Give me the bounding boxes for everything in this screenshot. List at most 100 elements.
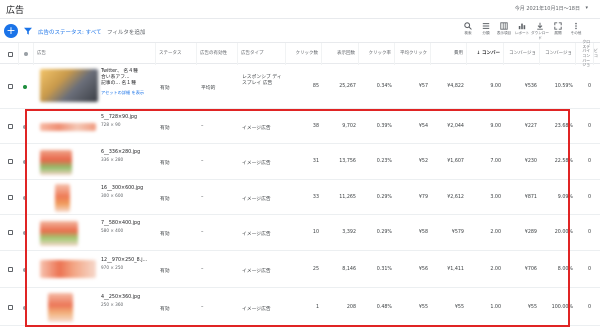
cost-per-conv-cell: ¥706 xyxy=(524,267,537,272)
status-cell: 有効 xyxy=(160,86,170,91)
columns-icon xyxy=(500,22,508,30)
impressions-cell: 3,392 xyxy=(342,230,356,235)
column-ctr[interactable]: クリック率 xyxy=(359,43,395,65)
conversions-cell: 2.00 xyxy=(490,230,501,235)
column-ad-type[interactable]: 広告タイプ xyxy=(238,43,286,65)
avg-cpc-cell: ¥58 xyxy=(418,230,428,235)
toolbar-expand[interactable]: 展開 xyxy=(549,22,567,36)
cost-per-conv-cell: ¥55 xyxy=(527,305,537,310)
column-view-through[interactable]: ビ コ xyxy=(594,43,600,65)
cross-device-cell: 0 xyxy=(587,159,591,164)
ad-type-cell: イメージ広告 xyxy=(242,269,271,274)
status-dot-icon xyxy=(23,196,27,200)
toolbar-segment[interactable]: 分類 xyxy=(477,22,495,36)
cost-cell: ¥55 xyxy=(454,305,464,310)
row-checkbox[interactable] xyxy=(8,195,13,200)
toolbar-columns[interactable]: 表示項目 xyxy=(495,22,513,36)
row-checkbox[interactable] xyxy=(8,230,13,235)
table-row[interactable]: 7__580×400.jpg 580 × 400 有効 – イメージ広告 10 … xyxy=(0,215,600,251)
table-row[interactable]: 4__250×360.jpg 250 × 360 有効 – イメージ広告 1 2… xyxy=(0,288,600,326)
ad-size: 336 × 280 xyxy=(101,157,124,162)
conversions-cell: 1.00 xyxy=(490,305,501,310)
ctr-cell: 0.23% xyxy=(376,159,392,164)
status-cell: 有効 xyxy=(160,161,170,166)
cost-per-conv-cell: ¥871 xyxy=(524,195,537,200)
column-cost-per-conv[interactable]: コンバージョ xyxy=(504,43,540,65)
conv-rate-cell: 10.59% xyxy=(554,84,573,89)
ad-name[interactable]: 4__250×360.jpg xyxy=(101,295,140,301)
conversions-cell: 3.00 xyxy=(490,195,501,200)
avg-cpc-cell: ¥56 xyxy=(418,267,428,272)
select-all-checkbox[interactable] xyxy=(8,51,13,57)
status-cell: 有効 xyxy=(160,269,170,274)
impressions-cell: 13,756 xyxy=(339,159,356,164)
ad-name[interactable]: 5__728×90.jpg xyxy=(101,115,137,121)
segment-icon xyxy=(482,23,490,29)
row-checkbox[interactable] xyxy=(8,84,13,89)
column-impressions[interactable]: 表示回数 xyxy=(322,43,359,65)
asset-details-link[interactable]: アセットの詳細 を表示 xyxy=(101,90,151,95)
column-cross-device[interactable]: クロスデバイ コンバージョ xyxy=(576,39,594,67)
column-clicks[interactable]: クリック数 xyxy=(286,43,322,65)
conv-rate-cell: 23.68% xyxy=(554,124,573,129)
ad-size: 250 × 360 xyxy=(101,302,124,307)
ad-size: 728 × 90 xyxy=(101,122,121,127)
conv-rate-cell: 20.00% xyxy=(554,230,573,235)
ad-name[interactable]: 16__300×600.jpg xyxy=(101,186,143,192)
column-conversions[interactable]: ↓ コンバー xyxy=(467,43,504,65)
toolbar-reports[interactable]: レポート xyxy=(513,22,531,36)
table-row[interactable]: 16__300×600.jpg 300 × 600 有効 – イメージ広告 33… xyxy=(0,180,600,215)
ad-strength-cell: – xyxy=(201,230,204,235)
chevron-down-icon[interactable]: ▾ xyxy=(585,5,588,11)
ad-name[interactable]: 7__580×400.jpg xyxy=(101,221,140,227)
column-status[interactable]: ステータス xyxy=(156,43,197,65)
table-row[interactable]: 12__970×250_8.j... 970 × 250 有効 – イメージ広告… xyxy=(0,251,600,288)
clicks-cell: 10 xyxy=(312,230,319,235)
ad-strength-cell: – xyxy=(201,159,204,164)
table-row[interactable]: 5__728×90.jpg 728 × 90 有効 – イメージ広告 38 9,… xyxy=(0,109,600,144)
avg-cpc-cell: ¥79 xyxy=(418,195,428,200)
toolbar-download[interactable]: ダウンロード xyxy=(531,22,549,41)
ad-name[interactable]: Twitter、 名４種 合い系アフ... 記事の... 名１種 xyxy=(101,69,138,88)
impressions-cell: 11,265 xyxy=(339,195,356,200)
status-dot-icon xyxy=(24,52,28,56)
conversions-cell: 9.00 xyxy=(490,124,501,129)
ad-size: 580 × 400 xyxy=(101,228,124,233)
clicks-cell: 33 xyxy=(312,195,319,200)
ad-name[interactable]: 12__970×250_8.j... xyxy=(101,258,147,264)
status-filter-chip[interactable]: 広告のステータス: すべて xyxy=(38,28,102,36)
cost-cell: ¥2,044 xyxy=(447,124,464,129)
clicks-cell: 1 xyxy=(315,305,319,310)
toolbar-search[interactable]: 検索 xyxy=(459,22,477,36)
column-cost[interactable]: 費用 xyxy=(431,43,467,65)
clicks-cell: 85 xyxy=(312,84,319,89)
toolbar-more[interactable]: その他 xyxy=(567,22,585,36)
cross-device-cell: 0 xyxy=(587,267,591,272)
ad-strength-cell: – xyxy=(201,195,204,200)
table-row[interactable]: Twitter、 名４種 合い系アフ... 記事の... 名１種 アセットの詳細… xyxy=(0,64,600,109)
row-checkbox[interactable] xyxy=(8,267,13,272)
table-row[interactable]: 6__336×280.jpg 336 × 280 有効 – イメージ広告 31 … xyxy=(0,144,600,180)
cross-device-cell: 0 xyxy=(587,230,591,235)
impressions-cell: 208 xyxy=(346,305,356,310)
ad-thumbnail xyxy=(55,184,70,212)
row-checkbox[interactable] xyxy=(8,159,13,164)
column-ad-strength[interactable]: 広告の有効性 xyxy=(197,43,238,65)
date-range-selector[interactable]: 今月 2021年10月1日～18日 xyxy=(515,5,580,12)
cost-cell: ¥2,612 xyxy=(447,195,464,200)
ad-strength-cell: – xyxy=(201,267,204,272)
select-all-column xyxy=(0,43,19,65)
conv-rate-cell: 22.58% xyxy=(554,159,573,164)
cross-device-cell: 0 xyxy=(587,84,591,89)
column-avg-cpc[interactable]: 平均クリック xyxy=(395,43,431,65)
column-ad[interactable]: 広告 xyxy=(34,43,156,65)
ad-size: 300 × 600 xyxy=(101,193,124,198)
add-ad-button[interactable]: + xyxy=(4,24,18,38)
column-conv-rate[interactable]: コンバージョ xyxy=(540,43,576,65)
conversions-cell: 9.00 xyxy=(490,84,501,89)
ad-name[interactable]: 6__336×280.jpg xyxy=(101,150,140,156)
row-checkbox[interactable] xyxy=(8,305,13,310)
filter-icon[interactable] xyxy=(24,27,32,35)
row-checkbox[interactable] xyxy=(8,124,13,129)
add-filter-button[interactable]: フィルタを追加 xyxy=(107,28,145,36)
